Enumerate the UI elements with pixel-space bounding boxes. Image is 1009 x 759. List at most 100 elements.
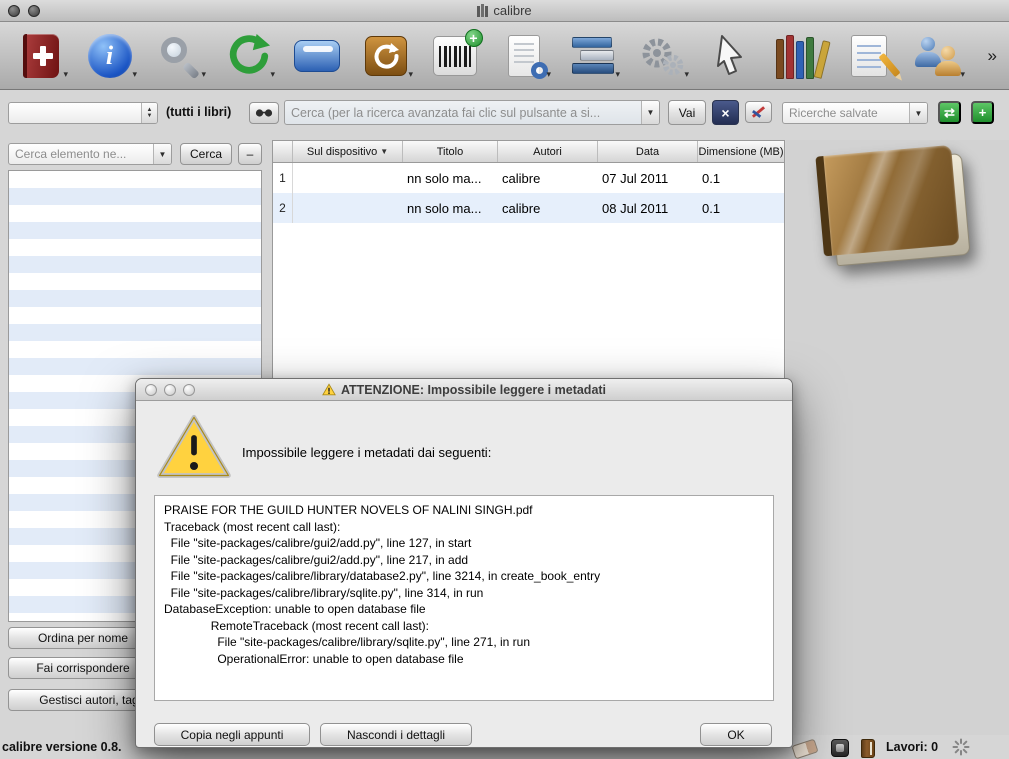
- add-books-icon: [22, 33, 59, 78]
- copy-to-saved-search-button[interactable]: ⇄: [938, 101, 961, 124]
- dropdown-arrow-icon[interactable]: ▾: [615, 69, 620, 80]
- dialog-window-controls: [145, 384, 195, 396]
- clear-search-button[interactable]: ×: [712, 100, 739, 125]
- cell-date[interactable]: 08 Jul 2011: [598, 201, 698, 216]
- toolbar-get-books-button[interactable]: +: [420, 25, 489, 87]
- search-input[interactable]: [285, 101, 641, 124]
- toolbar-search-button[interactable]: ▾: [144, 25, 213, 87]
- calibre-logo-icon: [477, 4, 489, 17]
- dropdown-arrow-icon[interactable]: ▾: [63, 69, 68, 80]
- cover-grid-toggle-icon[interactable]: [831, 739, 849, 757]
- hide-details-button[interactable]: Nascondi i dettagli: [320, 723, 472, 746]
- toolbar-edit-notes-button[interactable]: [834, 25, 903, 87]
- choose-library-button[interactable]: [249, 102, 279, 124]
- titlebar[interactable]: calibre: [0, 0, 1009, 22]
- toolbar-edit-metadata-button[interactable]: i ▾: [75, 25, 144, 87]
- toolbar-library-shelf-button[interactable]: [765, 25, 834, 87]
- row-number: 1: [273, 163, 293, 193]
- dialog-close-button[interactable]: [145, 384, 157, 396]
- dropdown-arrow-icon[interactable]: ▾: [132, 69, 137, 80]
- column-header-size[interactable]: Dimensione (MB): [698, 141, 784, 162]
- toolbar-pointer-button[interactable]: [696, 25, 765, 87]
- dropdown-arrow-icon[interactable]: ▾: [960, 69, 965, 80]
- highlight-results-button[interactable]: [745, 101, 772, 123]
- chevron-down-icon[interactable]: ▼: [153, 144, 171, 164]
- dialog-minimize-button[interactable]: [164, 384, 176, 396]
- column-header-authors[interactable]: Autori: [498, 141, 598, 162]
- cell-size[interactable]: 0.1: [698, 171, 784, 186]
- ok-button[interactable]: OK: [700, 723, 772, 746]
- column-header-on-device[interactable]: Sul dispositivo ▼: [293, 141, 403, 162]
- toolbar-add-books-button[interactable]: ▾: [6, 25, 75, 87]
- eraser-icon[interactable]: [791, 738, 819, 759]
- warning-triangle-small-icon: [322, 383, 336, 396]
- tag-browser-collapse-button[interactable]: –: [238, 143, 262, 165]
- library-restriction-input[interactable]: [9, 103, 141, 123]
- stepper-arrows-icon[interactable]: ▲ ▼: [141, 103, 157, 123]
- book-cover[interactable]: [815, 144, 974, 269]
- convert-recycle-icon: [229, 33, 270, 74]
- saved-searches-input[interactable]: [783, 103, 909, 123]
- calibre-window: calibre ▾ i ▾ ▾ ▾ ▾ + ▾ ▾ ▾ ▾ » ▲ ▼ (tut…: [0, 0, 1009, 759]
- search-row: ▲▼ (tutti i libri) ▼ Vai × ▼ ⇄ +: [0, 90, 1009, 138]
- dialog-body: Impossibile leggere i metadati dai segue…: [136, 401, 792, 747]
- column-header-title[interactable]: Titolo: [403, 141, 498, 162]
- saved-searches-combo[interactable]: ▼: [782, 102, 928, 124]
- highlight-icon: [751, 106, 766, 118]
- sort-arrow-icon: ▼: [380, 147, 389, 156]
- dialog-details-box[interactable]: PRAISE FOR THE GUILD HUNTER NOVELS OF NA…: [154, 495, 774, 701]
- cell-authors[interactable]: calibre: [498, 201, 598, 216]
- toolbar-view-button[interactable]: ▾: [489, 25, 558, 87]
- dropdown-arrow-icon[interactable]: ▾: [201, 69, 206, 80]
- version-label: calibre versione 0.8.: [2, 740, 122, 754]
- dialog-message: Impossibile leggere i metadati dai segue…: [242, 445, 492, 460]
- plus-badge-icon: +: [464, 28, 483, 47]
- row-number-header: [273, 141, 293, 162]
- cell-size[interactable]: 0.1: [698, 201, 784, 216]
- gears-icon: [642, 38, 683, 75]
- tag-browser-find-combo[interactable]: ▼: [8, 143, 172, 165]
- toolbar-library-stack-button[interactable]: ▾: [558, 25, 627, 87]
- copy-to-clipboard-button[interactable]: Copia negli appunti: [154, 723, 310, 746]
- tag-browser-find-input[interactable]: [9, 144, 153, 164]
- search-go-button[interactable]: Vai: [668, 100, 706, 125]
- tag-browser-find-button[interactable]: Cerca: [180, 143, 232, 165]
- dialog-titlebar[interactable]: ATTENZIONE: Impossibile leggere i metada…: [136, 379, 792, 401]
- table-row[interactable]: 1 nn solo ma... calibre 07 Jul 2011 0.1: [273, 163, 784, 193]
- barcode-icon: +: [432, 28, 483, 76]
- info-icon: i: [87, 33, 132, 78]
- jobs-label[interactable]: Lavori: 0: [886, 740, 938, 754]
- toolbar-fetch-news-button[interactable]: ▾: [351, 25, 420, 87]
- toolbar-preferences-button[interactable]: ▾: [627, 25, 696, 87]
- column-header-date[interactable]: Data: [598, 141, 698, 162]
- device-icon: [293, 39, 340, 72]
- warning-dialog: ATTENZIONE: Impossibile leggere i metada…: [135, 378, 793, 748]
- titlebar-center: calibre: [0, 0, 1009, 21]
- dropdown-arrow-icon[interactable]: ▾: [270, 69, 275, 80]
- cell-title[interactable]: nn solo ma...: [403, 171, 498, 186]
- cell-date[interactable]: 07 Jul 2011: [598, 171, 698, 186]
- add-saved-search-button[interactable]: +: [971, 101, 994, 124]
- dropdown-arrow-icon[interactable]: ▾: [684, 69, 689, 80]
- jobs-spinner-icon[interactable]: [952, 738, 970, 756]
- window-title: calibre: [493, 3, 532, 18]
- dropdown-arrow-icon[interactable]: ▾: [546, 69, 551, 80]
- toolbar-send-to-device-button[interactable]: [282, 25, 351, 87]
- table-header: Sul dispositivo ▼ Titolo Autori Data Dim…: [273, 141, 784, 163]
- dialog-title: ATTENZIONE: Impossibile leggere i metada…: [340, 382, 607, 397]
- toolbar-users-button[interactable]: ▾: [903, 25, 972, 87]
- all-books-label: (tutti i libri): [166, 105, 232, 119]
- library-restriction-combo[interactable]: ▲ ▼: [8, 102, 158, 124]
- chevron-down-icon[interactable]: ▼: [909, 103, 927, 123]
- dialog-zoom-button[interactable]: [183, 384, 195, 396]
- book-details-toggle-icon[interactable]: [861, 739, 875, 758]
- chevron-down-icon[interactable]: ▼: [641, 101, 659, 124]
- search-combo[interactable]: ▼: [284, 100, 660, 125]
- toolbar-overflow-chevron[interactable]: »: [988, 46, 1003, 66]
- dropdown-arrow-icon[interactable]: ▾: [408, 69, 413, 80]
- table-row[interactable]: 2 nn solo ma... calibre 08 Jul 2011 0.1: [273, 193, 784, 223]
- cell-title[interactable]: nn solo ma...: [403, 201, 498, 216]
- toolbar-convert-books-button[interactable]: ▾: [213, 25, 282, 87]
- row-number: 2: [273, 193, 293, 223]
- cell-authors[interactable]: calibre: [498, 171, 598, 186]
